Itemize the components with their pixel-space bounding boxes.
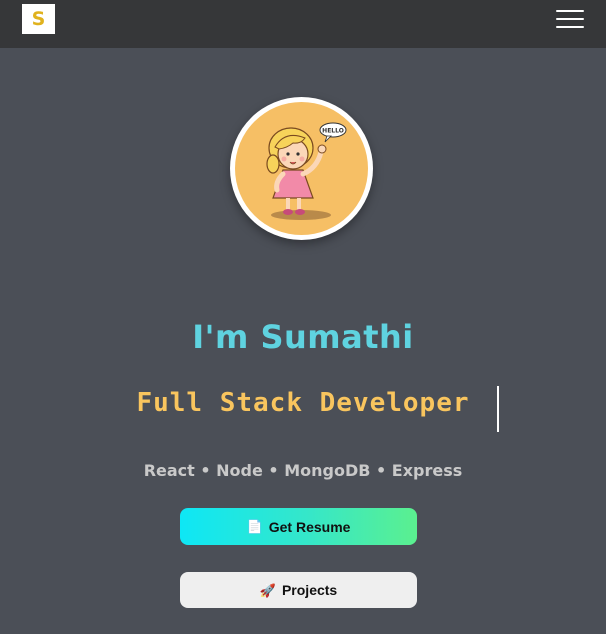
role-line: Full Stack Developer xyxy=(0,386,606,434)
rocket-icon: 🚀 xyxy=(259,582,276,598)
typing-caret xyxy=(497,386,499,432)
girl-avatar-illustration: HELLO xyxy=(266,122,347,220)
projects-button[interactable]: 🚀 Projects xyxy=(180,572,417,608)
role-text: Full Stack Developer xyxy=(136,388,470,418)
document-icon: 📄 xyxy=(246,519,263,534)
speech-bubble-text: HELLO xyxy=(322,128,344,135)
logo[interactable]: S xyxy=(22,4,55,34)
avatar: HELLO xyxy=(230,97,373,240)
skills-text: React • Node • MongoDB • Express xyxy=(143,461,463,480)
logo-letter: S xyxy=(31,8,46,30)
page-title: I'm Sumathi xyxy=(192,318,414,356)
get-resume-label: Get Resume xyxy=(268,518,351,535)
projects-label: Projects xyxy=(281,582,338,598)
get-resume-button[interactable]: 📄 Get Resume xyxy=(180,508,417,545)
navbar: S xyxy=(0,0,606,48)
hamburger-menu-icon[interactable] xyxy=(556,10,584,28)
